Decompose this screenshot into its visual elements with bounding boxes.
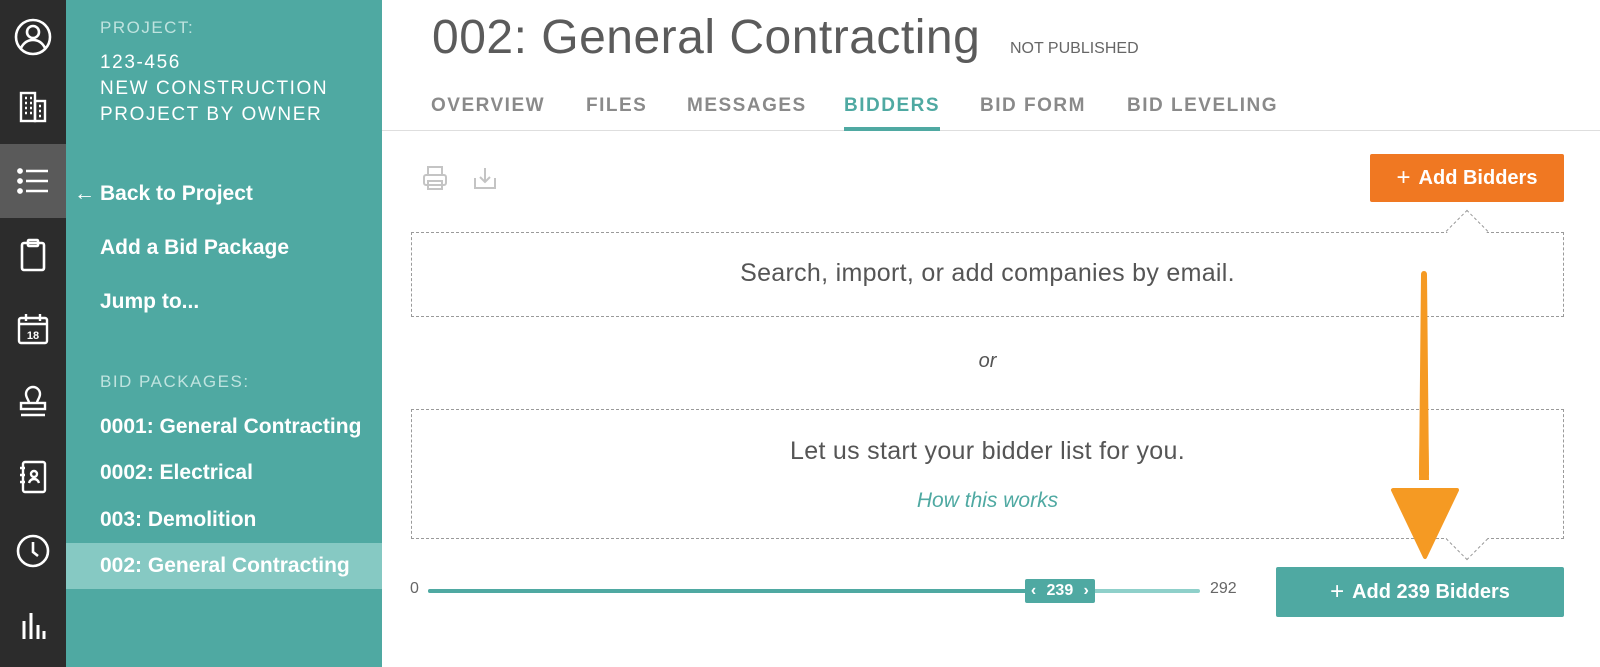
bidder-count-slider-thumb[interactable]: ‹ 239 ›	[1024, 579, 1095, 603]
project-sidebar: PROJECT: 123-456 NEW CONSTRUCTION PROJEC…	[66, 0, 382, 667]
history-nav-button[interactable]	[0, 514, 66, 588]
calendar-day: 18	[27, 330, 39, 342]
add-suggested-bidders-label: Add 239 Bidders	[1352, 580, 1510, 603]
bid-package-item[interactable]: 0001: General Contracting	[66, 404, 382, 450]
add-suggested-bidders-button[interactable]: + Add 239 Bidders	[1276, 567, 1564, 617]
chevron-left-icon: ‹	[1030, 582, 1037, 599]
calendar-nav-button[interactable]: 18	[0, 292, 66, 366]
slider-max-label: 292	[1210, 580, 1237, 597]
reports-nav-button[interactable]	[0, 588, 66, 662]
chevron-right-icon: ›	[1083, 582, 1089, 599]
tasks-nav-button[interactable]	[0, 218, 66, 292]
download-icon[interactable]	[471, 164, 499, 192]
print-icon[interactable]	[421, 164, 449, 192]
user-circle-icon	[14, 18, 52, 56]
publish-status-badge: NOT PUBLISHED	[1010, 40, 1139, 57]
annotation-arrow-icon	[1391, 271, 1459, 559]
tab-bid-leveling[interactable]: BID LEVELING	[1127, 95, 1278, 131]
add-bidders-button[interactable]: + Add Bidders	[1370, 154, 1564, 202]
bid-packages-caption: BID PACKAGES:	[100, 372, 250, 391]
project-caption: PROJECT:	[100, 18, 195, 37]
page-header: 002: General Contracting NOT PUBLISHED O…	[382, 0, 1600, 131]
icon-rail: 18	[0, 0, 66, 667]
profile-nav-button[interactable]	[0, 0, 66, 74]
bid-package-item-active[interactable]: 002: General Contracting	[66, 543, 382, 589]
bid-packages-nav-button[interactable]	[0, 144, 66, 218]
plus-icon: +	[1396, 164, 1411, 191]
tab-messages[interactable]: MESSAGES	[687, 95, 807, 131]
app-window: 18 PROJECT: 123-456 NEW CONSTRUCTION PRO…	[0, 0, 1600, 667]
tab-overview[interactable]: OVERVIEW	[431, 95, 545, 131]
project-name-line1: NEW CONSTRUCTION	[100, 78, 329, 99]
back-to-project-link[interactable]: Back to Project	[100, 182, 253, 206]
companies-nav-button[interactable]	[0, 70, 66, 144]
project-info: 123-456 NEW CONSTRUCTION PROJECT BY OWNE…	[100, 50, 328, 128]
contacts-nav-button[interactable]	[0, 440, 66, 514]
approvals-nav-button[interactable]	[0, 366, 66, 440]
address-book-icon	[20, 460, 47, 494]
add-bid-package-link[interactable]: Add a Bid Package	[100, 236, 289, 260]
add-bidders-label: Add Bidders	[1418, 166, 1538, 189]
plus-icon: +	[1330, 578, 1345, 605]
slider-value: 239	[1046, 582, 1074, 599]
tab-bidders[interactable]: BIDDERS	[844, 95, 941, 131]
back-arrow-icon: ←	[74, 182, 95, 205]
slider-min-label: 0	[410, 580, 419, 597]
calendar-icon: 18	[17, 314, 49, 345]
project-number: 123-456	[100, 52, 181, 73]
clock-icon	[16, 534, 50, 568]
building-icon	[19, 91, 47, 123]
project-name-line2: PROJECT BY OWNER	[100, 104, 323, 125]
stamp-icon	[19, 385, 47, 417]
tab-files[interactable]: FILES	[586, 95, 647, 131]
bid-package-item[interactable]: 003: Demolition	[66, 497, 382, 543]
page-title: 002: General Contracting	[432, 11, 981, 64]
clipboard-icon	[20, 238, 46, 272]
list-icon	[17, 168, 48, 194]
tab-bid-form[interactable]: BID FORM	[980, 95, 1086, 131]
jump-to-link[interactable]: Jump to...	[100, 290, 199, 314]
bar-chart-icon	[22, 613, 46, 639]
slider-fill	[428, 589, 1060, 593]
bid-package-item[interactable]: 0002: Electrical	[66, 450, 382, 496]
